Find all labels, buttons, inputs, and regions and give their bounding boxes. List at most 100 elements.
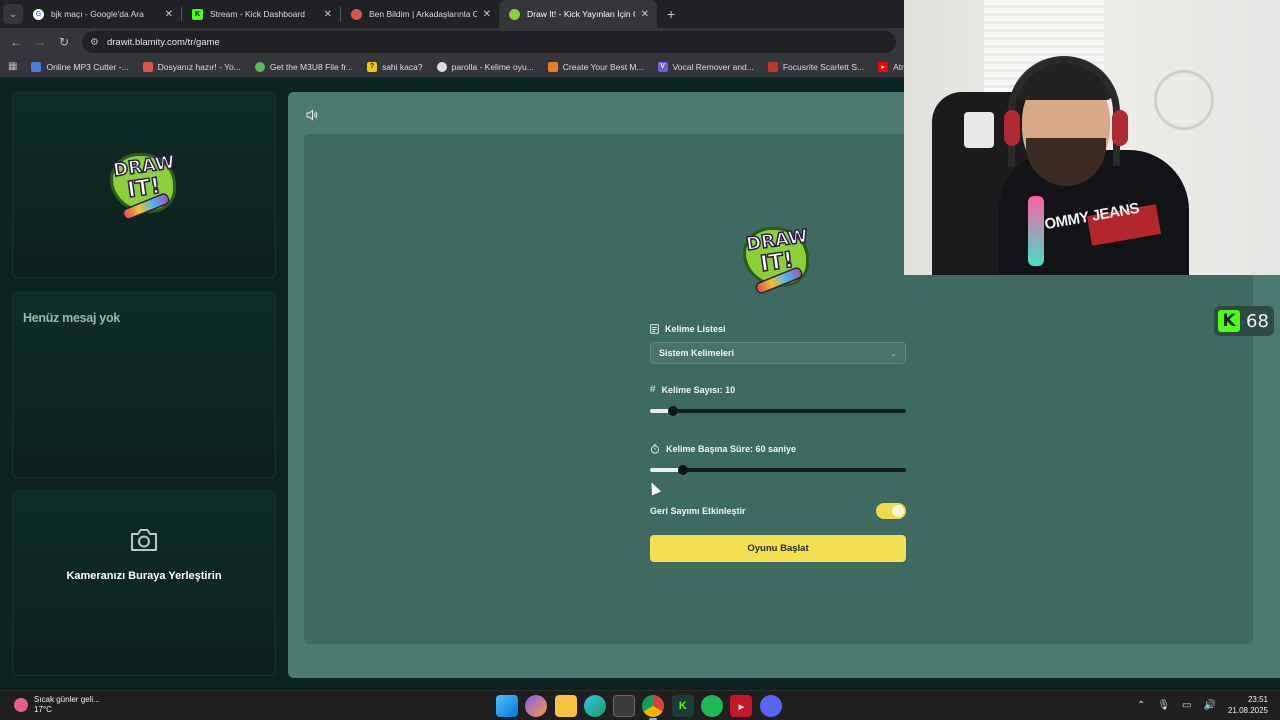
browser-tab-4-active[interactable]: Draw It! - Kick Yayınları İçin Çizi ✕ [499, 0, 657, 28]
viewer-count-badge: K 68 [1214, 306, 1274, 336]
word-count-slider[interactable] [650, 406, 906, 416]
close-icon[interactable]: ✕ [165, 9, 173, 20]
drawit-icon [509, 8, 520, 20]
spotify-icon[interactable] [701, 695, 724, 717]
edge-icon[interactable] [583, 695, 606, 717]
bookmark-item[interactable]: Focusrite Scarlett S... [767, 61, 864, 72]
store-icon[interactable] [613, 695, 636, 717]
discord-icon[interactable] [759, 695, 782, 717]
word-list-label: Kelime Listesi [650, 324, 906, 334]
document-icon [650, 324, 659, 334]
time-slider[interactable] [650, 465, 906, 475]
bookmarks-bar: ▦ Online MP3 Cutter -... Dosyanız hazır!… [0, 56, 904, 78]
word-list-section: Kelime Listesi Sistem Kelimeleri ⌄ [650, 324, 906, 364]
chat-empty-message: Henüz mesaj yok [23, 311, 120, 325]
bookmark-label: parolla - Kelime oyu... [451, 61, 534, 72]
weather-text: Sıcak günler geli... [34, 695, 100, 704]
bookmark-item[interactable]: ? sahi kaca? [366, 61, 423, 72]
benbildim-icon [351, 8, 362, 20]
bookmark-item[interactable]: V Vocal Remover and... [657, 61, 754, 72]
new-tab-icon[interactable]: + [667, 6, 675, 22]
volume-icon[interactable]: 🔊 [1204, 700, 1216, 711]
bookmark-item[interactable]: Online MP3 Cutter -... [31, 61, 129, 72]
tab-title: Ben Bildim | Arkadaşlarınla Onl [369, 9, 477, 19]
tab-title: bjk maçı - Google'da Ara [51, 9, 144, 19]
logo-panel: DRAW IT! [12, 92, 276, 278]
weather-icon [14, 698, 28, 712]
word-count-section: # Kelime Sayısı: 10 [650, 384, 906, 416]
hash-icon: # [650, 384, 656, 395]
microphone-tray-icon[interactable]: 🎙 [1157, 700, 1170, 711]
close-icon[interactable]: ✕ [483, 9, 491, 20]
youtube-icon: ▸ [878, 61, 889, 72]
word-count-label: # Kelime Sayısı: 10 [650, 384, 736, 395]
close-icon[interactable]: ✕ [324, 9, 332, 20]
bookmark-label: Online MP3 Cutter -... [46, 61, 129, 72]
close-icon[interactable]: ✕ [641, 9, 649, 20]
address-bar: ← → ↻ ⚙ drawit.blamity.com/tr/game [0, 28, 904, 56]
url-text: drawit.blamity.com/tr/game [106, 36, 220, 48]
clock-date: 21.08.2025 [1227, 706, 1268, 715]
bookmark-label: Create Your Best M... [562, 61, 644, 72]
word-list-selected: Sistem Kelimeleri [659, 348, 735, 358]
chat-panel: Henüz mesaj yok [12, 292, 276, 478]
bookmark-item[interactable]: Create Your Best M... [547, 61, 644, 72]
bookmark-label: Vocal Remover and... [672, 61, 754, 72]
slider-handle[interactable] [678, 465, 689, 475]
apps-grid-icon[interactable]: ▦ [8, 61, 17, 72]
bookmark-icon [767, 61, 778, 72]
chevron-up-icon[interactable]: ⌃ [1137, 700, 1145, 711]
forward-arrow-icon[interactable]: → [28, 35, 52, 49]
time-section: Kelime Başına Süre: 60 saniye [650, 444, 906, 475]
start-game-button[interactable]: Oyunu Başlat [650, 535, 906, 562]
kick-app-icon[interactable]: K [671, 695, 694, 717]
file-explorer-icon[interactable] [554, 695, 577, 717]
start-section: Oyunu Başlat [650, 535, 906, 562]
tab-title: Stream - Kick Dashboard [210, 9, 305, 19]
drawit-logo: DRAW IT! [109, 150, 179, 220]
time-label: Kelime Başına Süre: 60 saniye [650, 444, 906, 454]
clock[interactable]: 23:51 21.08.2025 [1228, 694, 1268, 716]
browser-tab-3[interactable]: Ben Bildim | Arkadaşlarınla Onl ✕ [341, 0, 499, 28]
bookmark-icon [142, 61, 153, 72]
bookmark-icon [547, 61, 558, 72]
taskbar-apps: K ▸ [496, 695, 789, 720]
browser-tab-2[interactable]: K Stream - Kick Dashboard ✕ [182, 0, 340, 28]
bookmark-icon [436, 61, 447, 72]
site-info-icon[interactable]: ⚙ [90, 37, 99, 48]
bookmark-item[interactable]: parolla - Kelime oyu... [436, 61, 534, 72]
bookmark-label: sahi kaca? [381, 61, 423, 72]
weather-widget[interactable]: Sıcak günler geli... 17°C [14, 695, 100, 715]
tab-search-button[interactable]: ⌄ [3, 4, 23, 24]
windows-start-icon[interactable] [496, 695, 518, 717]
bookmark-icon [254, 61, 265, 72]
bookmark-label: Atma - YouTube [893, 61, 904, 72]
windows-taskbar: Sıcak günler geli... 17°C K ▸ ⌃ 🎙 ▭ 🔊 23… [0, 690, 1280, 720]
countdown-toggle[interactable] [876, 503, 906, 519]
word-list-select[interactable]: Sistem Kelimeleri ⌄ [650, 342, 906, 364]
network-icon[interactable]: ▭ [1182, 700, 1191, 711]
media-player-icon[interactable]: ▸ [730, 695, 753, 717]
viewer-count: 68 [1246, 310, 1269, 332]
clock-time: 23:51 [1247, 695, 1268, 704]
copilot-icon[interactable] [525, 695, 548, 717]
sound-icon[interactable] [306, 108, 320, 122]
bookmark-item[interactable]: ▸ Atma - YouTube [878, 61, 904, 72]
microphone-icon [1028, 196, 1044, 266]
bookmark-item[interactable]: Get the M3U8 File fr... [254, 61, 353, 72]
camera-panel: Kameranızı Buraya Yerleştirin [12, 490, 276, 676]
webcam-overlay: OMMY JEANS [904, 0, 1280, 275]
back-arrow-icon[interactable]: ← [4, 35, 28, 49]
kick-icon: K [192, 8, 203, 20]
drawit-logo-large: DRAW IT! [742, 224, 812, 294]
chrome-icon[interactable] [642, 695, 665, 720]
bookmark-item[interactable]: Dosyanız hazır! - Yo... [142, 61, 241, 72]
bookmark-icon [31, 61, 42, 72]
browser-tab-1[interactable]: G bjk maçı - Google'da Ara ✕ [23, 0, 181, 28]
weather-temp: 17°C [34, 705, 52, 714]
google-icon: G [33, 8, 44, 20]
reload-icon[interactable]: ↻ [52, 35, 76, 49]
slider-handle[interactable] [668, 406, 679, 416]
countdown-label: Geri Sayımı Etkinleştir [650, 506, 746, 516]
url-input[interactable]: ⚙ drawit.blamity.com/tr/game [82, 31, 896, 53]
